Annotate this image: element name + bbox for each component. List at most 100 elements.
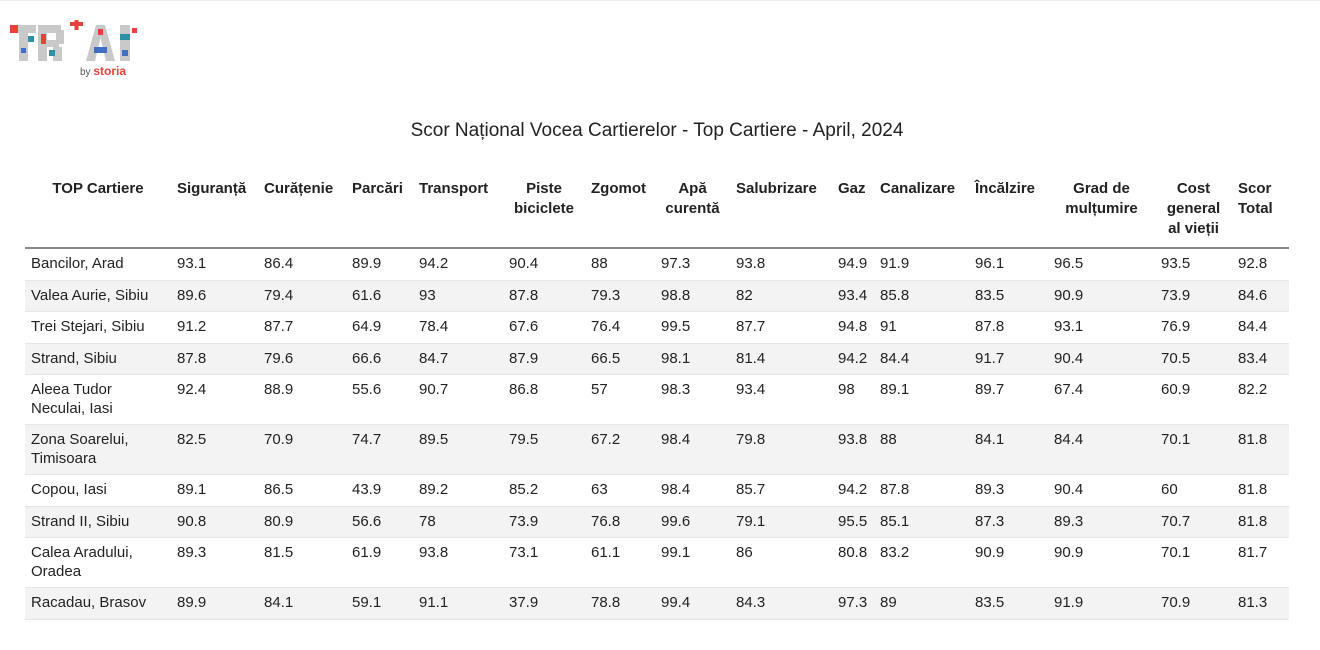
top-divider [0,0,1320,1]
score-cell: 87.7 [730,311,832,344]
score-cell: 96.5 [1048,248,1155,281]
score-cell: 61.6 [346,280,413,312]
logo-byline: by storia [80,64,126,78]
score-cell: 93.8 [832,424,874,475]
score-cell: 57 [585,374,655,425]
score-cell: 79.8 [730,424,832,475]
score-cell: 94.2 [832,343,874,375]
table-header: TOP Cartiere Siguranță Curățenie Parcări Tra… [25,174,1289,249]
score-cell: 67.6 [503,311,585,344]
score-cell: 83.2 [874,537,969,588]
neighborhood-cell: Zona Soarelui, Timisoara [25,424,171,475]
score-cell: 64.9 [346,311,413,344]
score-cell: 79.1 [730,506,832,538]
neighborhood-cell: Aleea Tudor Neculai, Iasi [25,374,171,425]
column-header: Canalizare [874,174,969,249]
score-cell: 93.4 [730,374,832,425]
table-body: Bancilor, Arad 93.1 86.4 89.9 94.2 90.4 88 97.3… [25,248,1289,620]
score-cell: 94.2 [413,248,503,281]
score-cell: 84.6 [1232,280,1289,312]
column-header: TOP Cartiere [25,174,171,249]
neighborhood-cell: Strand II, Sibiu [25,506,171,538]
score-cell: 89.3 [171,537,258,588]
table-row: Zona Soarelui, Timisoara 82.5 70.9 74.7 89.5… [25,424,1289,475]
score-cell: 93.8 [730,248,832,281]
score-cell: 98 [832,374,874,425]
score-cell: 90.9 [1048,280,1155,312]
table-row: Trei Stejari, Sibiu 91.2 87.7 64.9 78.4 67.6 7… [25,311,1289,344]
score-cell: 98.4 [655,474,730,507]
score-cell: 89.3 [969,474,1048,507]
score-cell: 81.8 [1232,474,1289,507]
score-cell: 78.8 [585,587,655,620]
score-cell: 60 [1155,474,1232,507]
column-header: Apă curentă [655,174,730,249]
score-cell: 60.9 [1155,374,1232,425]
neighborhood-cell: Strand, Sibiu [25,343,171,375]
score-cell: 85.1 [874,506,969,538]
score-cell: 99.6 [655,506,730,538]
score-cell: 93.1 [171,248,258,281]
score-cell: 93.5 [1155,248,1232,281]
score-cell: 70.9 [258,424,346,475]
score-cell: 80.9 [258,506,346,538]
score-cell: 86 [730,537,832,588]
trai-logo: by storia [8,18,148,82]
score-cell: 59.1 [346,587,413,620]
score-cell: 84.4 [1232,311,1289,344]
score-cell: 94.2 [832,474,874,507]
score-cell: 37.9 [503,587,585,620]
table-row: Bancilor, Arad 93.1 86.4 89.9 94.2 90.4 88 97.3… [25,248,1289,281]
column-header: Piste biciclete [503,174,585,249]
table-row: Strand II, Sibiu 90.8 80.9 56.6 78 73.9 76.8 99… [25,506,1289,538]
score-cell: 91 [874,311,969,344]
score-cell: 70.9 [1155,587,1232,620]
score-cell: 82 [730,280,832,312]
score-cell: 84.1 [969,424,1048,475]
score-cell: 90.7 [413,374,503,425]
column-header: Salubrizare [730,174,832,249]
score-cell: 88.9 [258,374,346,425]
table-row: Racadau, Brasov 89.9 84.1 59.1 91.1 37.9 78.8 9… [25,587,1289,620]
score-cell: 82.2 [1232,374,1289,425]
score-cell: 97.3 [655,248,730,281]
logo-brand-text: storia [93,64,127,78]
score-cell: 97.3 [832,587,874,620]
score-cell: 79.6 [258,343,346,375]
score-cell: 87.8 [969,311,1048,344]
column-header: Scor Total [1232,174,1289,249]
score-cell: 43.9 [346,474,413,507]
score-cell: 84.1 [258,587,346,620]
table-row: Calea Aradului, Oradea 89.3 81.5 61.9 93.8 73… [25,537,1289,588]
score-cell: 61.9 [346,537,413,588]
score-cell: 98.1 [655,343,730,375]
score-cell: 79.3 [585,280,655,312]
score-cell: 91.2 [171,311,258,344]
score-cell: 81.5 [258,537,346,588]
score-cell: 66.5 [585,343,655,375]
score-cell: 93 [413,280,503,312]
score-cell: 89.1 [874,374,969,425]
score-cell: 81.3 [1232,587,1289,620]
score-cell: 70.1 [1155,424,1232,475]
column-header: Zgomot [585,174,655,249]
score-cell: 91.9 [1048,587,1155,620]
score-cell: 98.4 [655,424,730,475]
column-header: Curățenie [258,174,346,249]
column-header: Încălzire [969,174,1048,249]
score-cell: 88 [874,424,969,475]
score-cell: 90.9 [969,537,1048,588]
score-cell: 80.8 [832,537,874,588]
score-cell: 78 [413,506,503,538]
score-cell: 61.1 [585,537,655,588]
score-cell: 81.7 [1232,537,1289,588]
score-cell: 82.5 [171,424,258,475]
score-cell: 90.4 [1048,474,1155,507]
score-cell: 84.4 [874,343,969,375]
score-cell: 81.8 [1232,424,1289,475]
column-header: Transport [413,174,503,249]
column-header: Cost general al vieții [1155,174,1232,249]
score-cell: 73.9 [503,506,585,538]
score-cell: 85.7 [730,474,832,507]
score-cell: 96.1 [969,248,1048,281]
